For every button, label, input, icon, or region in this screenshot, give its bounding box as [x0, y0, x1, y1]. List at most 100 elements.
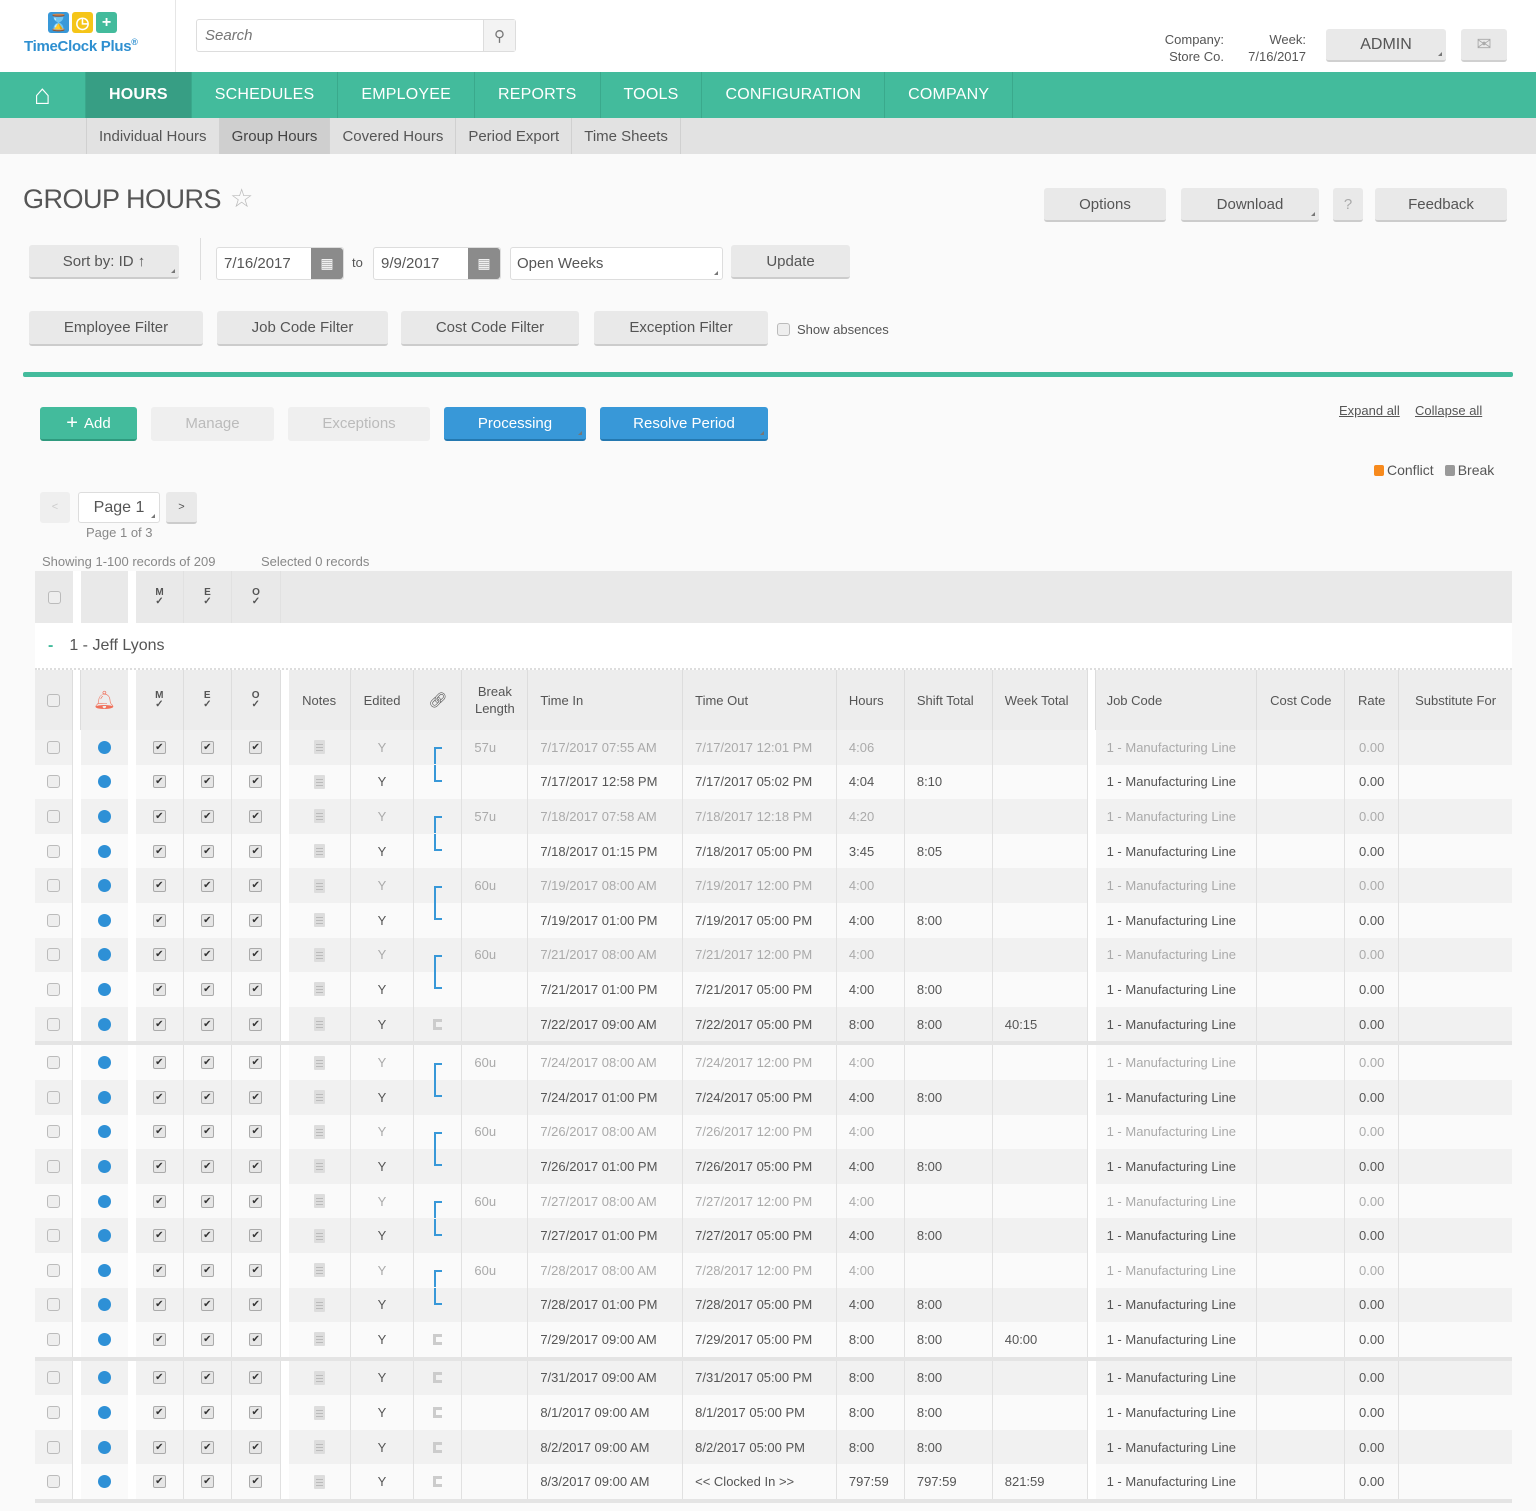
manager-approve-checkbox[interactable]: ✔ — [152, 1125, 166, 1139]
manager-approve-checkbox[interactable]: ✔ — [152, 740, 166, 754]
manager-approve-checkbox[interactable]: ✔ — [152, 1194, 166, 1208]
row-checkbox[interactable] — [46, 1090, 60, 1104]
row-checkbox[interactable] — [46, 809, 60, 823]
previous-page-button[interactable]: < — [40, 492, 70, 523]
row-checkbox[interactable] — [46, 948, 60, 962]
table-row[interactable]: ✔ ✔ ✔ Y 7/18/2017 01:15 PM 7/18/2017 05:… — [35, 833, 1512, 869]
calendar-icon[interactable]: ▦ — [311, 248, 343, 279]
app-logo[interactable]: ⌛ ◷ + TimeClock Plus® — [24, 12, 154, 62]
employee-approve-checkbox[interactable]: ✔ — [200, 1406, 214, 1420]
manager-approve-checkbox[interactable]: ✔ — [152, 1475, 166, 1489]
job-code-filter-button[interactable]: Job Code Filter — [217, 311, 388, 346]
manager-approve-checkbox[interactable]: ✔ — [152, 913, 166, 927]
other-approve-checkbox[interactable]: ✔ — [249, 740, 263, 754]
manager-approve-checkbox[interactable]: ✔ — [152, 1406, 166, 1420]
table-row[interactable]: ✔ ✔ ✔ Y 57u 7/18/2017 07:58 AM 7/18/2017… — [35, 799, 1512, 834]
employee-approve-checkbox[interactable]: ✔ — [200, 1371, 214, 1385]
table-row[interactable]: ✔ ✔ ✔ Y 7/29/2017 09:00 AM 7/29/2017 05:… — [35, 1322, 1512, 1357]
employee-approve-checkbox[interactable]: ✔ — [200, 982, 214, 996]
calendar-icon[interactable]: ▦ — [468, 248, 500, 279]
manager-approve-checkbox[interactable]: ✔ — [152, 844, 166, 858]
col-cost-code[interactable]: Cost Code — [1257, 670, 1346, 730]
other-approve-checkbox[interactable]: ✔ — [249, 1159, 263, 1173]
row-checkbox[interactable] — [46, 1263, 60, 1277]
notes-cell[interactable] — [289, 1395, 351, 1430]
other-approve-checkbox[interactable]: ✔ — [249, 775, 263, 789]
other-approve-checkbox[interactable]: ✔ — [249, 948, 263, 962]
notes-cell[interactable] — [289, 833, 351, 869]
col-notes[interactable]: Notes — [289, 670, 351, 730]
manager-approve-checkbox[interactable]: ✔ — [152, 1229, 166, 1243]
employee-approve-checkbox[interactable]: ✔ — [200, 1475, 214, 1489]
manager-approve-checkbox[interactable]: ✔ — [152, 879, 166, 893]
favorite-star-icon[interactable]: ☆ — [230, 183, 253, 214]
col-substitute-for[interactable]: Substitute For — [1399, 670, 1512, 730]
col-other-approve[interactable]: O ✓ — [232, 670, 281, 730]
table-row[interactable]: ✔ ✔ ✔ Y 7/31/2017 09:00 AM 7/31/2017 05:… — [35, 1360, 1512, 1396]
employee-approve-checkbox[interactable]: ✔ — [200, 740, 214, 754]
col-manager-approve[interactable]: M ✓ — [136, 670, 184, 730]
row-checkbox[interactable] — [46, 844, 60, 858]
row-checkbox[interactable] — [46, 1371, 60, 1385]
other-approve-checkbox[interactable]: ✔ — [249, 1371, 263, 1385]
notes-cell[interactable] — [289, 764, 351, 800]
table-row[interactable]: ✔ ✔ ✔ Y 7/17/2017 12:58 PM 7/17/2017 05:… — [35, 764, 1512, 800]
notes-cell[interactable] — [289, 1322, 351, 1357]
manager-approve-checkbox[interactable]: ✔ — [152, 1056, 166, 1070]
date-from-input[interactable] — [217, 248, 311, 279]
subnav-time-sheets[interactable]: Time Sheets — [571, 118, 681, 154]
row-checkbox[interactable] — [46, 1229, 60, 1243]
sort-by-button[interactable]: Sort by: ID ↑ — [29, 245, 179, 279]
col-time-out[interactable]: Time Out — [683, 670, 837, 730]
row-checkbox[interactable] — [46, 1332, 60, 1346]
notes-cell[interactable] — [289, 937, 351, 973]
other-approve-checkbox[interactable]: ✔ — [249, 879, 263, 893]
table-row[interactable]: ✔ ✔ ✔ Y 8/1/2017 09:00 AM 8/1/2017 05:00… — [35, 1395, 1512, 1430]
notes-cell[interactable] — [289, 1149, 351, 1184]
next-page-button[interactable]: > — [166, 492, 197, 524]
other-approve-checkbox[interactable]: ✔ — [249, 1263, 263, 1277]
other-approve-checkbox[interactable]: ✔ — [249, 913, 263, 927]
table-row[interactable]: ✔ ✔ ✔ Y 7/21/2017 01:00 PM 7/21/2017 05:… — [35, 972, 1512, 1007]
nav-employee[interactable]: EMPLOYEE — [338, 72, 476, 118]
nav-configuration[interactable]: CONFIGURATION — [702, 72, 886, 118]
notes-cell[interactable] — [289, 1252, 351, 1288]
employee-filter-button[interactable]: Employee Filter — [29, 311, 203, 346]
employee-approve-checkbox[interactable]: ✔ — [200, 1159, 214, 1173]
other-approve-checkbox[interactable]: ✔ — [249, 982, 263, 996]
table-row[interactable]: ✔ ✔ ✔ Y 57u 7/17/2017 07:55 AM 7/17/2017… — [35, 730, 1512, 765]
expand-all-link[interactable]: Expand all — [1339, 403, 1400, 418]
manager-approve-checkbox[interactable]: ✔ — [152, 1440, 166, 1454]
employee-approve-checkbox[interactable]: ✔ — [200, 1229, 214, 1243]
employee-approve-checkbox[interactable]: ✔ — [200, 809, 214, 823]
employee-approve-checkbox[interactable]: ✔ — [200, 948, 214, 962]
admin-menu-button[interactable]: ADMIN — [1326, 29, 1446, 62]
other-approve-checkbox[interactable]: ✔ — [249, 1017, 263, 1031]
nav-schedules[interactable]: SCHEDULES — [192, 72, 339, 118]
col-time-in[interactable]: Time In — [528, 670, 684, 730]
table-row[interactable]: ✔ ✔ ✔ Y 60u 7/27/2017 08:00 AM 7/27/2017… — [35, 1183, 1512, 1219]
update-button[interactable]: Update — [731, 245, 850, 279]
manager-approve-checkbox[interactable]: ✔ — [152, 982, 166, 996]
date-to-input[interactable] — [374, 248, 468, 279]
employee-approve-checkbox[interactable]: ✔ — [200, 1056, 214, 1070]
messages-button[interactable]: ✉ — [1461, 29, 1507, 62]
col-break-length[interactable]: Break Length — [462, 670, 529, 730]
show-absences-checkbox[interactable] — [777, 323, 790, 336]
other-approve-checkbox[interactable]: ✔ — [249, 1298, 263, 1312]
page-select[interactable]: Page 1 — [78, 492, 160, 523]
notes-cell[interactable] — [289, 1429, 351, 1465]
col-shift-total[interactable]: Shift Total — [905, 670, 993, 730]
notes-cell[interactable] — [289, 1464, 351, 1500]
notes-cell[interactable] — [289, 1287, 351, 1323]
col-rate[interactable]: Rate — [1345, 670, 1400, 730]
other-approve-checkbox[interactable]: ✔ — [249, 1475, 263, 1489]
employee-approve-checkbox[interactable]: ✔ — [200, 1017, 214, 1031]
options-button[interactable]: Options — [1044, 188, 1166, 222]
exception-filter-button[interactable]: Exception Filter — [594, 311, 768, 346]
employee-approve-checkbox[interactable]: ✔ — [200, 1440, 214, 1454]
other-approve-checkbox[interactable]: ✔ — [249, 844, 263, 858]
processing-button[interactable]: Processing — [444, 407, 586, 441]
col-week-total[interactable]: Week Total — [993, 670, 1088, 730]
other-approve-checkbox[interactable]: ✔ — [249, 1332, 263, 1346]
